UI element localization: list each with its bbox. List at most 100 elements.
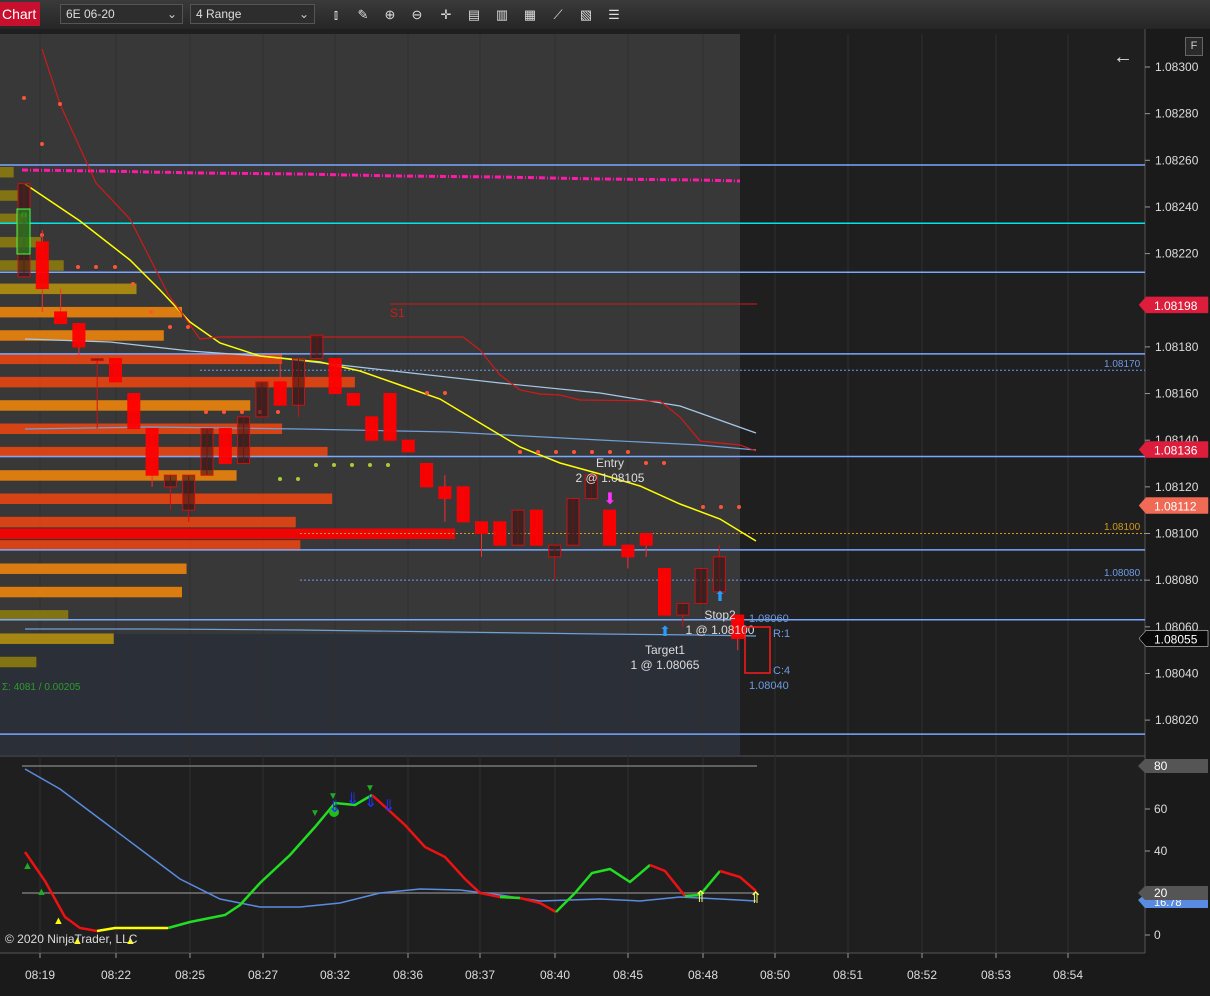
- time-tick-label: 08:45: [613, 968, 643, 982]
- chart-trader-icon[interactable]: ▦: [520, 5, 540, 24]
- candle-body: [438, 486, 452, 500]
- trail-dot: [149, 310, 153, 314]
- instrument-selector[interactable]: 6E 06-20 ⌄: [60, 4, 183, 24]
- price-tick-label: 1.08300: [1155, 60, 1199, 74]
- profile-stats: Σ: 4081 / 0.00205: [2, 682, 81, 693]
- price-tag-label: 1.08112: [1154, 500, 1197, 514]
- candle-body: [548, 544, 562, 558]
- trail-dot: [626, 450, 630, 454]
- chart-toolbar: Chart 6E 06-20 ⌄ 4 Range ⌄ ⫾ ✎ ⊕ ⊖ ✛ ▤ ▥…: [0, 0, 1210, 30]
- trail-dot: [443, 391, 447, 395]
- bar-type-icon[interactable]: ⫾: [326, 5, 346, 24]
- target-title: Target1: [645, 643, 685, 657]
- price-tick-label: 1.08240: [1155, 200, 1199, 214]
- time-tick-label: 08:19: [25, 968, 55, 982]
- chart-tab[interactable]: Chart: [0, 2, 40, 26]
- time-tick-label: 08:22: [101, 968, 131, 982]
- candle-body: [694, 567, 708, 604]
- list-icon[interactable]: ☰: [604, 5, 624, 24]
- trail-dot: [332, 463, 336, 467]
- trail-dot: [94, 265, 98, 269]
- stop-title: Stop2: [704, 608, 736, 622]
- price-tick-label: 1.08120: [1155, 480, 1199, 494]
- volume-profile-bar: [0, 283, 137, 295]
- trail-dot: [572, 450, 576, 454]
- chart-canvas[interactable]: S1 Entry 2 @ 1.08105 ⬇ Stop2 1 @ 1.08100…: [0, 29, 1210, 996]
- volume-profile-bar: [0, 400, 251, 411]
- candle-body: [54, 311, 68, 325]
- trail-dot: [58, 102, 62, 106]
- trail-dot: [368, 463, 372, 467]
- lower-session-region: [0, 634, 740, 755]
- candle-body: [420, 463, 434, 488]
- zoom-out-icon[interactable]: ⊖: [407, 5, 427, 24]
- price-tick-label: 1.08280: [1155, 107, 1199, 121]
- trail-dot: [186, 325, 190, 329]
- bar-type-selector[interactable]: 4 Range ⌄: [190, 4, 315, 24]
- price-tick-label: 1.08160: [1155, 387, 1199, 401]
- templates-icon[interactable]: ▧: [576, 5, 596, 24]
- trail-dot: [608, 450, 612, 454]
- stoch-marker-2-icon: ▲: [36, 886, 47, 898]
- candle-body: [621, 544, 635, 558]
- trail-dot: [590, 450, 594, 454]
- trail-dot: [113, 265, 117, 269]
- stoch-green-2: [499, 895, 521, 900]
- time-tick-label: 08:27: [248, 968, 278, 982]
- trail-dot: [350, 463, 354, 467]
- trail-dot: [296, 477, 300, 481]
- crosshair-icon[interactable]: ✛: [436, 5, 456, 24]
- osc-tick-label: 40: [1154, 844, 1168, 858]
- trail-dot: [425, 391, 429, 395]
- volume-profile-bar: [0, 166, 14, 178]
- candle-body: [273, 381, 287, 406]
- instrument-value: 6E 06-20: [66, 7, 115, 21]
- target-arrow-icon: ⬆: [659, 623, 671, 639]
- time-tick-label: 08:25: [175, 968, 205, 982]
- strategies-icon[interactable]: ⟋: [548, 5, 568, 24]
- candle-body: [109, 358, 122, 383]
- range-r-label: R:1: [773, 628, 790, 640]
- volume-profile-bar: [0, 516, 296, 528]
- trail-dot: [554, 450, 558, 454]
- stop-arrow-icon: ⬆: [714, 588, 726, 604]
- candle-body: [383, 393, 397, 441]
- candle-body: [200, 428, 214, 476]
- candle-body: [456, 486, 470, 523]
- zoom-in-icon[interactable]: ⊕: [380, 5, 400, 24]
- line-label-3: 1.08080: [1104, 568, 1141, 579]
- properties-icon[interactable]: ▤: [464, 5, 484, 24]
- time-tick-label: 08:48: [688, 968, 718, 982]
- stoch-down-arrow-1-icon: ⇓: [328, 799, 341, 816]
- panel-float-toggle[interactable]: F: [1185, 37, 1203, 56]
- line-label-2: 1.08100: [1104, 522, 1141, 533]
- osc-tag-80-label: 80: [1154, 759, 1168, 773]
- volume-profile-bar: [0, 190, 19, 201]
- back-arrow-icon[interactable]: ←: [1113, 46, 1133, 68]
- trail-dot: [222, 410, 226, 414]
- time-tick-label: 08:51: [833, 968, 863, 982]
- range-low-label: 1.08040: [749, 680, 789, 692]
- data-box-icon[interactable]: ▥: [492, 5, 512, 24]
- trail-dot: [76, 265, 80, 269]
- stoch-marker-3-icon: ▲: [53, 915, 64, 927]
- trail-dot: [276, 410, 280, 414]
- candle-body: [658, 567, 671, 616]
- candle-body: [475, 521, 488, 534]
- stoch-down-arrow-3-icon: ⇓: [364, 794, 377, 811]
- s1-label: S1: [390, 306, 405, 320]
- trail-dot: [701, 505, 705, 509]
- draw-icon[interactable]: ✎: [353, 5, 373, 24]
- price-tag-label: 1.08136: [1154, 444, 1198, 458]
- candle-body: [346, 393, 360, 406]
- trail-dot: [22, 96, 26, 100]
- candle-body: [511, 509, 525, 546]
- stoch-down-arrow-4-icon: ⇓: [382, 798, 395, 815]
- price-tick-label: 1.08080: [1155, 573, 1199, 587]
- time-tick-label: 08:50: [760, 968, 790, 982]
- time-tick-label: 08:37: [465, 968, 495, 982]
- candle-body: [712, 556, 726, 593]
- stoch-marker-6-icon: ▼: [310, 808, 320, 819]
- volume-profile-bar: [0, 586, 182, 598]
- volume-profile-bar: [0, 656, 37, 668]
